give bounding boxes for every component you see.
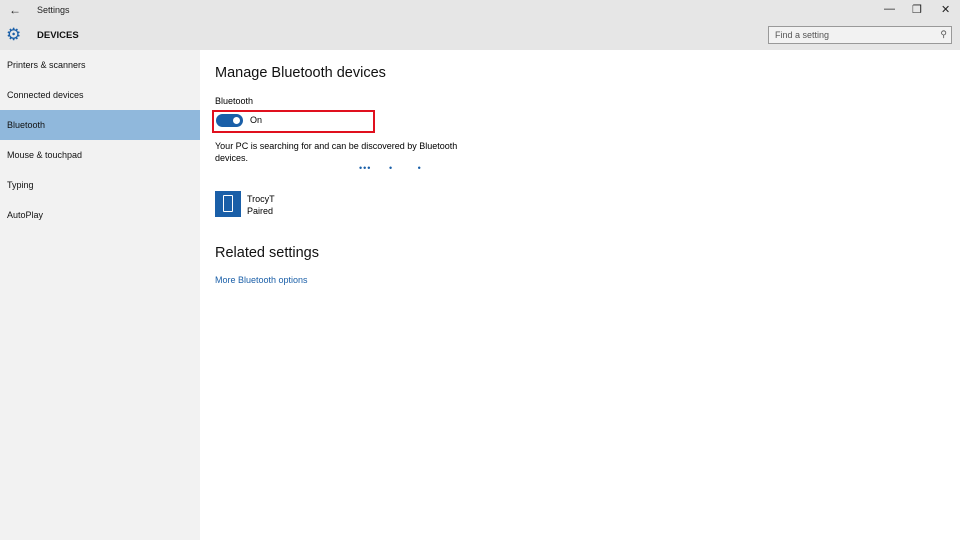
more-bluetooth-options-link[interactable]: More Bluetooth options <box>215 275 308 285</box>
device-status: Paired <box>247 206 274 216</box>
sidebar-item-printers[interactable]: Printers & scanners <box>0 50 200 80</box>
toggle-state: On <box>250 115 263 125</box>
window-title: Settings <box>37 5 70 15</box>
search-icon[interactable]: ⚲ <box>940 29 947 40</box>
minimize-button[interactable]: — <box>884 3 895 15</box>
sidebar: Printers & scanners Connected devices Bl… <box>0 50 200 540</box>
title-bar: ← Settings — ❐ ✕ ⚙ DEVICES Find a settin… <box>0 0 960 50</box>
sidebar-item-bluetooth[interactable]: Bluetooth <box>0 110 200 140</box>
bluetooth-label: Bluetooth <box>215 96 254 106</box>
restore-button[interactable]: ❐ <box>912 3 922 16</box>
sidebar-item-autoplay[interactable]: AutoPlay <box>0 200 200 230</box>
bluetooth-toggle[interactable] <box>216 114 243 127</box>
search-input[interactable]: Find a setting ⚲ <box>768 26 952 44</box>
related-settings-title: Related settings <box>215 245 319 261</box>
device-name: TrocyT <box>247 194 275 204</box>
phone-icon[interactable] <box>215 191 241 217</box>
close-button[interactable]: ✕ <box>941 3 950 16</box>
sidebar-item-connected-devices[interactable]: Connected devices <box>0 80 200 110</box>
search-placeholder: Find a setting <box>775 30 830 40</box>
gear-icon: ⚙ <box>6 25 22 44</box>
searching-progress: ••• • • <box>359 163 422 173</box>
section-title: DEVICES <box>37 30 79 41</box>
sidebar-item-mouse[interactable]: Mouse & touchpad <box>0 140 200 170</box>
status-description: Your PC is searching for and can be disc… <box>215 141 458 163</box>
sidebar-item-typing[interactable]: Typing <box>0 170 200 200</box>
back-button[interactable]: ← <box>9 3 21 17</box>
page-title: Manage Bluetooth devices <box>215 65 386 81</box>
device-item[interactable]: TrocyT Paired <box>247 193 275 217</box>
